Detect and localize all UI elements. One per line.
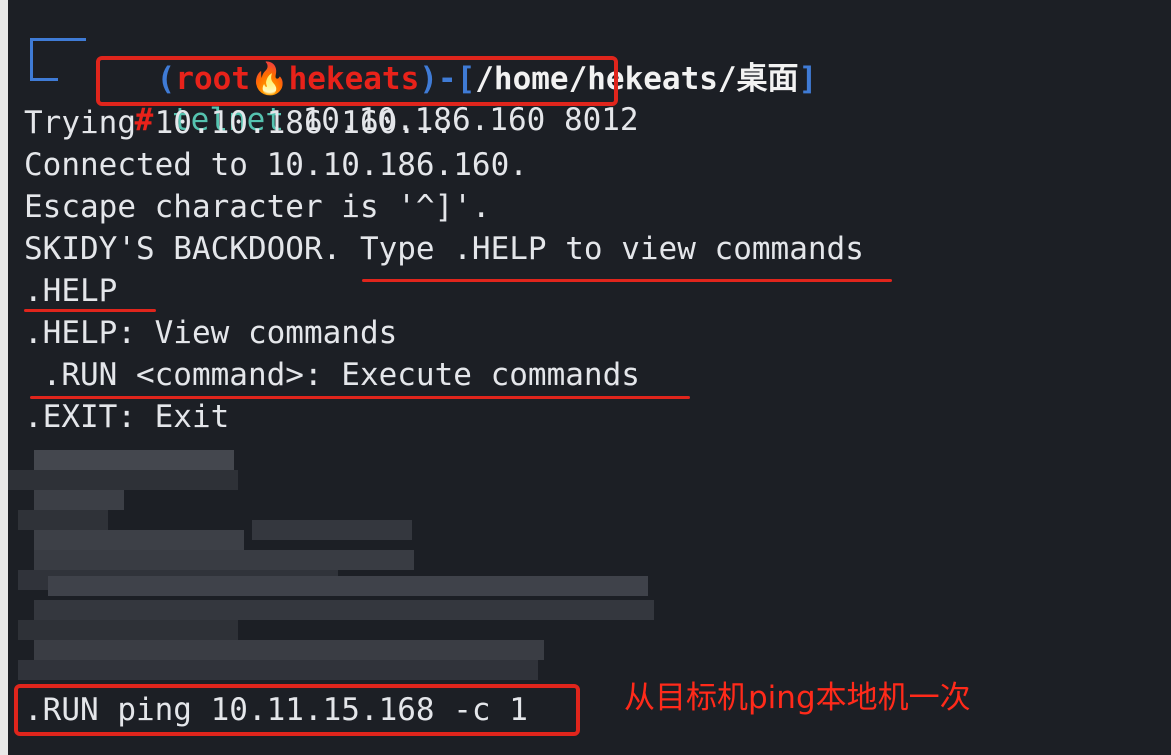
window-left-edge xyxy=(0,0,8,755)
prompt-corner-top xyxy=(30,38,86,41)
annotation-text: 从目标机ping本地机一次 xyxy=(624,680,971,716)
output-line-run-desc: .RUN <command>: Execute commands xyxy=(24,357,640,393)
output-line-escape: Escape character is '^]'. xyxy=(24,189,491,225)
prompt-corner-bottom xyxy=(30,78,58,81)
banner-underline xyxy=(362,279,892,282)
command-highlight-box xyxy=(96,56,618,106)
run-ping-highlight-box xyxy=(14,684,580,736)
terminal-window[interactable]: (root🔥hekeats)-[/home/hekeats/桌面] # teln… xyxy=(8,0,1171,755)
redacted-output-region xyxy=(8,438,668,684)
output-line-trying: Trying 10.10.186.160... xyxy=(24,105,454,141)
output-line-exit: .EXIT: Exit xyxy=(24,399,230,435)
output-line-banner: SKIDY'S BACKDOOR. Type .HELP to view com… xyxy=(24,231,864,267)
prompt-corner-vertical xyxy=(30,38,33,80)
output-line-help-desc: .HELP: View commands xyxy=(24,315,398,351)
output-line-help-cmd: .HELP xyxy=(24,273,118,309)
help-underline xyxy=(24,309,156,312)
prompt-path-close: ] xyxy=(798,61,818,97)
output-line-connected: Connected to 10.10.186.160. xyxy=(24,147,528,183)
